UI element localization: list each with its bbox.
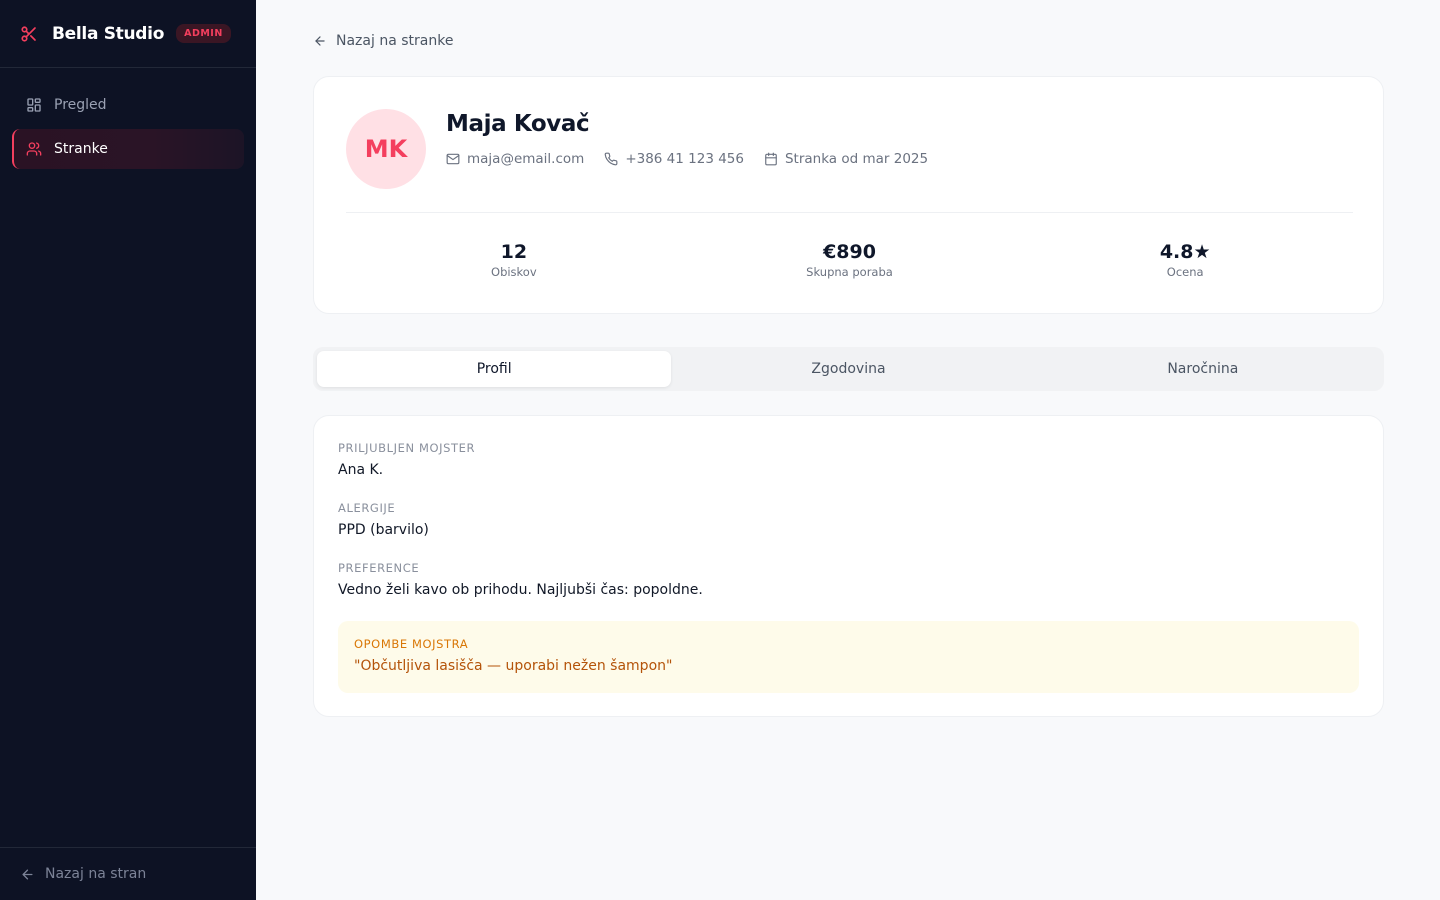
stat-rating: 4.8★ Ocena — [1017, 241, 1353, 279]
sidebar-item-pregled[interactable]: Pregled — [12, 85, 244, 125]
field-value: Vedno želi kavo ob prihodu. Najljubši ča… — [338, 582, 703, 598]
sidebar-item-label: Pregled — [54, 97, 107, 113]
stat-label: Obiskov — [491, 265, 537, 279]
contact-email[interactable]: maja@email.com — [446, 151, 584, 167]
divider — [346, 212, 1353, 213]
back-to-clients-link[interactable]: Nazaj na stranke — [313, 33, 453, 49]
tab-narocnina[interactable]: Naročnina — [1026, 351, 1380, 387]
contact-phone[interactable]: +386 41 123 456 — [604, 151, 744, 167]
stat-value: 4.8★ — [1159, 241, 1211, 263]
field-label: Preference — [338, 561, 420, 575]
client-name: Maja Kovač — [446, 111, 590, 137]
profile-details-card: Priljubljen mojster Ana K. Alergije PPD … — [313, 415, 1384, 717]
client-profile-card: MK Maja Kovač maja@email.com +386 41 123… — [313, 76, 1384, 314]
calendar-icon — [764, 152, 778, 166]
phone-icon — [604, 152, 618, 166]
admin-badge: ADMIN — [176, 24, 231, 43]
since-text: Stranka od mar 2025 — [784, 151, 929, 167]
profile-tabs: Profil Zgodovina Naročnina — [313, 347, 1384, 391]
back-to-site-label: Nazaj na stran — [45, 866, 147, 882]
field-preferred-master: Priljubljen mojster Ana K. — [338, 441, 475, 478]
users-icon — [26, 141, 42, 157]
main-content: Nazaj na stranke MK Maja Kovač maja@emai… — [256, 0, 1440, 900]
field-allergies: Alergije PPD (barvilo) — [338, 501, 429, 538]
master-notes: Opombe mojstra "Občutljiva lasišča — upo… — [338, 621, 1359, 693]
stat-value: €890 — [823, 241, 876, 263]
sidebar-item-stranke[interactable]: Stranke — [12, 129, 244, 169]
brand-header: Bella Studio ADMIN — [0, 0, 256, 68]
stat-label: Skupna poraba — [806, 265, 893, 279]
dashboard-icon — [26, 97, 42, 113]
phone-text: +386 41 123 456 — [625, 151, 744, 167]
mail-icon — [446, 152, 460, 166]
contact-since: Stranka od mar 2025 — [764, 151, 928, 167]
stat-label: Ocena — [1166, 265, 1204, 279]
stat-total-spend: €890 Skupna poraba — [682, 241, 1018, 279]
sidebar-nav: Pregled Stranke — [0, 68, 256, 169]
stat-value: 12 — [500, 241, 528, 263]
arrow-left-icon — [313, 34, 327, 48]
field-label: Alergije — [338, 501, 396, 515]
back-to-site-link[interactable]: Nazaj na stran — [0, 847, 256, 900]
field-label: Priljubljen mojster — [338, 441, 476, 455]
sidebar: Bella Studio ADMIN Pregled Stranke Nazaj… — [0, 0, 256, 900]
avatar: MK — [346, 109, 426, 189]
back-to-clients-label: Nazaj na stranke — [336, 33, 454, 49]
field-value: PPD (barvilo) — [338, 522, 429, 538]
stat-visits: 12 Obiskov — [346, 241, 682, 279]
notes-label: Opombe mojstra — [354, 637, 469, 651]
email-text: maja@email.com — [467, 151, 585, 167]
brand-name: Bella Studio — [52, 23, 165, 44]
field-preferences: Preference Vedno želi kavo ob prihodu. N… — [338, 561, 703, 598]
arrow-left-icon — [20, 867, 35, 882]
notes-text: "Občutljiva lasišča — uporabi nežen šamp… — [354, 658, 673, 674]
field-value: Ana K. — [338, 462, 384, 478]
tab-zgodovina[interactable]: Zgodovina — [671, 351, 1025, 387]
contact-info: maja@email.com +386 41 123 456 Stranka o… — [446, 151, 948, 167]
scissors-icon — [20, 25, 38, 43]
sidebar-item-label: Stranke — [54, 141, 108, 157]
client-stats: 12 Obiskov €890 Skupna poraba 4.8★ Ocena — [346, 241, 1353, 279]
tab-profil[interactable]: Profil — [317, 351, 672, 387]
